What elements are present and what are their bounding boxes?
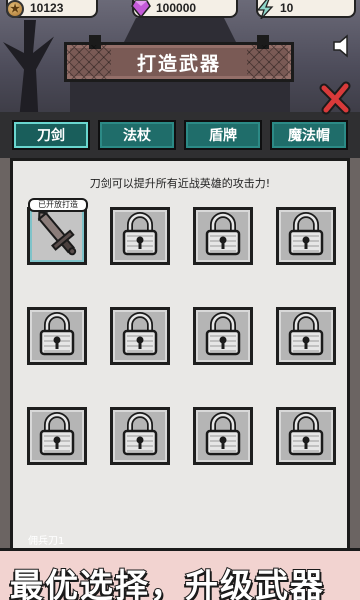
tab-swords[interactable]: 刀剑 [12, 120, 90, 150]
weapon-slot-locked[interactable] [193, 207, 253, 265]
lock-icon [203, 412, 243, 460]
lock-icon [203, 212, 243, 260]
tree-silhouette [3, 20, 54, 125]
close-button[interactable] [318, 80, 354, 116]
weapon-slot-locked[interactable] [110, 407, 170, 465]
lock-icon [37, 412, 77, 460]
cobweb-decoration [67, 45, 111, 79]
weapon-slot-unlocked[interactable] [27, 207, 87, 265]
tab-magic-hats[interactable]: 魔法帽 [270, 120, 348, 150]
sound-toggle-icon[interactable] [332, 34, 354, 58]
lock-icon [120, 412, 160, 460]
tab-shields[interactable]: 盾牌 [184, 120, 262, 150]
gem-icon [130, 0, 152, 20]
promo-slogan: 最优选择，升级武器 [9, 565, 325, 600]
category-hint: 刀剑可以提升所有近战英雄的攻击力! [89, 177, 271, 190]
weapon-slot-locked[interactable] [110, 307, 170, 365]
weapon-slot-locked[interactable] [27, 407, 87, 465]
tab-staffs[interactable]: 法杖 [98, 120, 176, 150]
lock-icon [203, 312, 243, 360]
title-banner: 打造武器 [64, 35, 294, 82]
cobweb-decoration [247, 45, 291, 79]
lock-icon [37, 312, 77, 360]
coin-counter: ★ 10123 [6, 0, 98, 18]
lock-icon [120, 212, 160, 260]
weapon-slot-locked[interactable] [276, 407, 336, 465]
page-title: 打造武器 [136, 52, 221, 75]
promo-banner: 最优选择，升级武器 [0, 548, 360, 600]
lightning-icon [254, 0, 276, 20]
weapon-slot-locked[interactable] [193, 407, 253, 465]
lock-icon [286, 212, 326, 260]
gem-counter: 100000 [130, 0, 238, 20]
coin-icon: ★ [4, 0, 26, 20]
category-tabs: 刀剑 法杖 盾牌 魔法帽 [0, 112, 360, 158]
energy-counter: 10 [254, 0, 356, 20]
weapon-slot-locked[interactable] [276, 307, 336, 365]
weapon-slot-locked[interactable] [27, 307, 87, 365]
weapon-slot-locked[interactable] [276, 207, 336, 265]
lock-icon [286, 412, 326, 460]
weapon-slot-locked[interactable] [110, 207, 170, 265]
lock-icon [286, 312, 326, 360]
forge-panel: 刀剑可以提升所有近战英雄的攻击力! [10, 158, 350, 554]
sword-icon [32, 209, 82, 263]
open-forge-badge: 已开放打造 [28, 198, 88, 212]
weapon-slot-locked[interactable] [193, 307, 253, 365]
close-icon [319, 81, 351, 115]
lock-icon [120, 312, 160, 360]
selected-weapon-label: 佣兵刀1 [28, 536, 65, 547]
resource-bar: ★ 10123 100000 10 [0, 0, 360, 20]
